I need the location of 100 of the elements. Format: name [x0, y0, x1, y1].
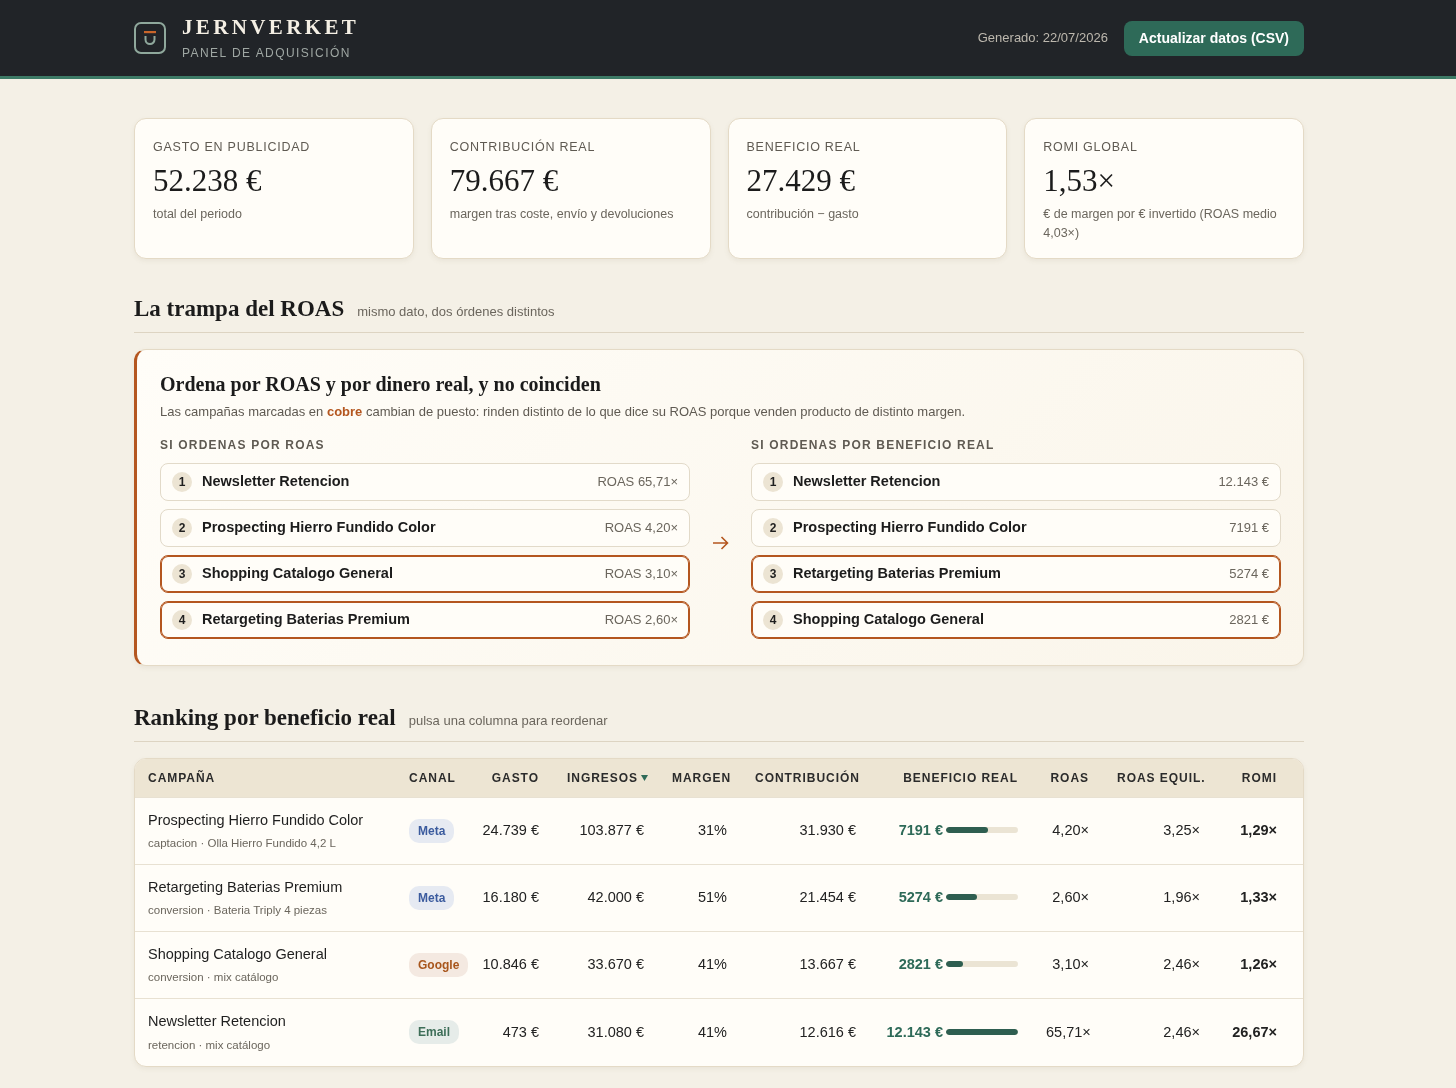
campaign-name: Newsletter Retencion — [793, 472, 941, 492]
campaign-name: Newsletter Retencion — [148, 1011, 287, 1031]
column-header[interactable]: GASTO — [467, 758, 553, 798]
table-cell: 473 € — [467, 998, 553, 1066]
item-value: ROAS 4,20× — [604, 519, 678, 538]
logo-icon — [134, 22, 166, 54]
column-header[interactable]: ROAS — [1032, 758, 1103, 798]
table-cell: 1,29× — [1214, 797, 1303, 865]
campaign-name: Shopping Catalogo General — [793, 610, 984, 630]
item-value: ROAS 2,60× — [604, 611, 678, 630]
kpi-value: 79.667 € — [449, 162, 560, 199]
progress-bar — [946, 827, 1018, 834]
table-cell: 21.454 € — [741, 864, 870, 932]
channel-tag: Meta — [409, 819, 455, 844]
rank-number: 3 — [763, 564, 783, 585]
table-cell: 51% — [658, 864, 741, 932]
campaign-name: Retargeting Baterias Premium — [148, 877, 344, 897]
column-header[interactable]: CAMPAÑA — [135, 758, 395, 798]
table-cell: 3,10× — [1032, 931, 1103, 999]
table-cell: 65,71× — [1032, 998, 1103, 1066]
table-cell: 2,46× — [1103, 998, 1214, 1066]
rank-number: 4 — [763, 610, 783, 631]
brand-subtitle: PANEL DE ADQUISICIÓN — [182, 45, 352, 61]
campaign-name: Retargeting Baterias Premium — [202, 610, 410, 630]
rank-number: 1 — [763, 472, 783, 493]
table-cell: 103.877 € — [553, 797, 658, 865]
campaign-name: Shopping Catalogo General — [202, 564, 393, 584]
kpi-label: CONTRIBUCIÓN REAL — [449, 138, 597, 156]
table-cell: 10.846 € — [467, 931, 553, 999]
channel-tag: Email — [409, 1020, 459, 1045]
column-header[interactable]: ROAS EQUIL. — [1103, 758, 1214, 798]
campaign-name: Prospecting Hierro Fundido Color — [148, 810, 365, 830]
table-cell: 31% — [658, 797, 741, 865]
campaign-detail: conversion · mix catálogo — [148, 970, 280, 986]
rank-number: 3 — [172, 564, 192, 585]
kpi-note: € de margen por € invertido (ROAS medio 4,03×) — [1043, 206, 1278, 243]
list-heading: SI ORDENAS POR BENEFICIO REAL — [751, 437, 996, 455]
column-header[interactable]: INGRESOS — [553, 758, 658, 798]
kpi-value: 52.238 € — [153, 162, 263, 199]
section-title: Ranking por beneficio real — [134, 704, 396, 732]
table-cell: 2,46× — [1103, 931, 1214, 999]
table-cell: 31.930 € — [741, 797, 870, 865]
table-cell: 1,33× — [1214, 864, 1303, 932]
campaign-name: Prospecting Hierro Fundido Color — [202, 518, 436, 538]
profit-value: 5274 € — [898, 889, 943, 906]
progress-bar — [946, 1028, 1018, 1035]
column-header[interactable]: ROMI — [1214, 758, 1303, 798]
table-cell: 41% — [658, 998, 741, 1066]
column-header[interactable]: BENEFICIO REAL — [870, 758, 1032, 798]
table-cell: 16.180 € — [467, 864, 553, 932]
campaign-name: Prospecting Hierro Fundido Color — [793, 518, 1027, 538]
campaign-detail: conversion · Bateria Triply 4 piezas — [148, 903, 328, 919]
section-title: La trampa del ROAS — [134, 295, 345, 323]
table-cell: 41% — [658, 931, 741, 999]
arrow-right-icon — [712, 535, 729, 550]
list-heading: SI ORDENAS POR ROAS — [160, 437, 326, 455]
channel-tag: Google — [409, 953, 469, 978]
item-value: 5274 € — [1229, 565, 1269, 584]
callout-title: Ordena por ROAS y por dinero real, y no coinciden — [160, 371, 602, 396]
table-cell: 42.000 € — [553, 864, 658, 932]
callout-description: Las campañas marcadas en cobre cambian de puesto: rinden distinto de lo que dice su ROAS porque venden producto de distinto margen. — [160, 402, 967, 421]
kpi-value: 1,53× — [1043, 162, 1116, 199]
rank-number: 4 — [172, 610, 192, 631]
kpi-label: GASTO EN PUBLICIDAD — [153, 139, 312, 156]
section-subtitle: mismo dato, dos órdenes distintos — [357, 303, 555, 321]
update-data-button[interactable]: Actualizar datos (CSV) — [1123, 20, 1304, 56]
campaign-detail: retencion · mix catálogo — [148, 1037, 272, 1053]
kpi-label: BENEFICIO REAL — [746, 139, 862, 156]
item-value: 7191 € — [1229, 519, 1269, 538]
channel-tag: Meta — [409, 886, 455, 911]
kpi-note: margen tras coste, envío y devoluciones — [449, 206, 675, 224]
table-cell: 2,60× — [1032, 864, 1103, 932]
progress-bar — [946, 961, 1018, 968]
item-value: 12.143 € — [1218, 473, 1269, 492]
kpi-label: ROMI GLOBAL — [1043, 139, 1139, 156]
kpi-note: total del periodo — [153, 206, 243, 224]
table-cell: 13.667 € — [741, 931, 870, 999]
table-cell: 31.080 € — [553, 998, 658, 1066]
table-cell: 3,25× — [1103, 797, 1214, 865]
table-cell: 1,26× — [1214, 931, 1303, 999]
table-cell: 26,67× — [1214, 998, 1303, 1066]
campaign-name: Shopping Catalogo General — [148, 944, 328, 964]
profit-value: 7191 € — [898, 822, 943, 839]
progress-bar — [946, 894, 1018, 901]
profit-value: 2821 € — [898, 956, 943, 973]
table-cell: 33.670 € — [553, 931, 658, 999]
campaign-detail: captacion · Olla Hierro Fundido 4,2 L — [148, 836, 337, 852]
column-header[interactable]: CONTRIBUCIÓN — [741, 758, 870, 798]
kpi-note: contribución − gasto — [746, 206, 860, 224]
column-header[interactable]: CANAL — [395, 758, 467, 798]
generated-date: Generado: 22/07/2026 — [977, 29, 1108, 48]
table-cell: 24.739 € — [467, 797, 553, 865]
rank-number: 2 — [172, 518, 192, 539]
kpi-value: 27.429 € — [746, 162, 856, 199]
table-cell: 1,96× — [1103, 864, 1214, 932]
column-header[interactable]: MARGEN — [658, 758, 741, 798]
item-value: 2821 € — [1229, 611, 1269, 630]
rank-number: 2 — [763, 518, 783, 539]
campaign-name: Retargeting Baterias Premium — [793, 564, 1001, 584]
table-cell: 4,20× — [1032, 797, 1103, 865]
